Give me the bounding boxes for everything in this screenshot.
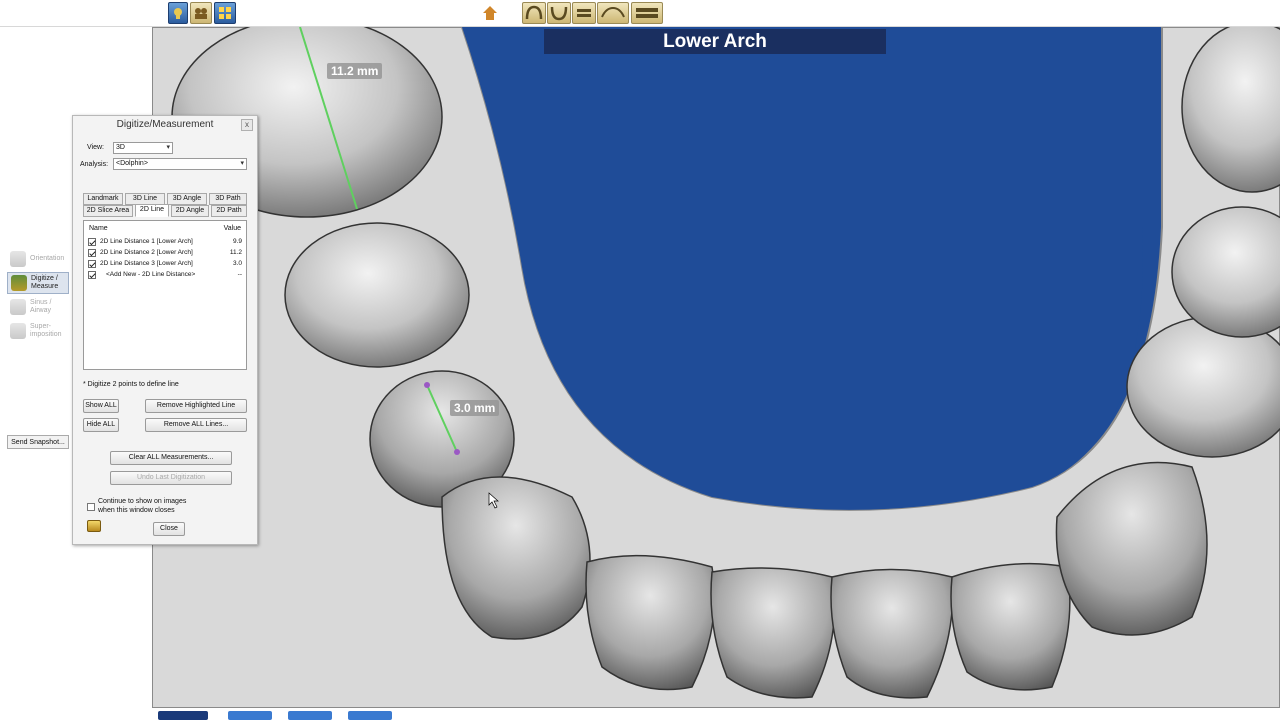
tooth-incisor-4 [950,562,1071,691]
patients-icon [195,8,207,19]
home-icon [483,6,497,20]
list-header-name: Name [89,225,108,232]
tab-2d-path[interactable]: 2D Path [211,205,247,217]
grid-icon [219,7,231,19]
measure-label-11-2: 11.2 mm [327,63,383,79]
side-tool-label: Sinus / Airway [30,299,52,314]
row-name: 2D Line Distance 2 [Lower Arch] [100,249,193,256]
arch-view-side-button[interactable] [597,2,629,24]
continue-show-text-1: Continue to show on images [98,498,187,505]
dental-arch-scene [152,27,1280,708]
row-name: <Add New - 2D Line Distance> [106,271,196,278]
row-value: -- [237,271,242,278]
row-name: 2D Line Distance 1 [Lower Arch] [100,238,193,245]
remove-all-lines-button[interactable]: Remove ALL Lines... [145,418,247,432]
list-header-value: Value [223,225,241,232]
measure-label-3-0: 3.0 mm [450,400,500,416]
view-select-value: 3D [116,144,125,151]
analysis-label: Analysis: [80,161,109,168]
side-tool-label: Super-imposition [30,323,62,338]
digitize-hint: * Digitize 2 points to define line [83,381,179,388]
list-item[interactable]: 2D Line Distance 2 [Lower Arch] 11.2 [88,248,244,258]
row-checkbox[interactable] [88,260,96,268]
view-title: Lower Arch [544,29,886,54]
row-value: 11.2 [229,249,242,256]
bottom-control-2[interactable] [288,711,332,720]
row-checkbox[interactable] [88,249,96,257]
patients-tool-button[interactable] [190,2,212,24]
side-tool-label: Orientation [30,255,65,262]
arch-view-bite-button[interactable] [631,2,663,24]
grid-tool-button[interactable] [214,2,236,24]
orientation-icon [10,251,26,267]
home-button[interactable] [481,4,499,22]
undo-last-digitization-button[interactable]: Undo Last Digitization [110,471,232,485]
3d-viewport[interactable]: Lower Arch 11.2 mm 3.0 mm [152,27,1280,708]
notes-icon[interactable] [87,520,101,532]
tab-landmark[interactable]: Landmark [83,193,123,205]
dialog-close-icon[interactable]: x [241,119,253,131]
view-select[interactable]: 3D ▾ [113,142,173,154]
top-toolbar [0,0,1280,27]
continue-show-text-2: when this window closes [98,507,175,514]
bottom-control-1[interactable] [228,711,272,720]
side-arch-icon [601,6,625,18]
row-checkbox[interactable] [88,238,96,246]
side-tool-label: Digitize / Measure [31,275,59,290]
occlusion-icon [577,9,591,17]
measurement-list[interactable]: Name Value 2D Line Distance 1 [Lower Arc… [83,220,247,370]
side-tool-superimposition[interactable]: Super-imposition [7,320,69,342]
side-tool-sinus[interactable]: Sinus / Airway [7,296,69,318]
tooth-incisor-3 [830,568,954,699]
select-tool-button[interactable] [168,2,188,24]
side-tool-digitize[interactable]: Digitize / Measure [7,272,69,294]
side-tool-orientation[interactable]: Orientation [7,248,69,270]
hide-all-button[interactable]: Hide ALL [83,418,119,432]
bottom-control-3[interactable] [348,711,392,720]
clear-all-measurements-button[interactable]: Clear ALL Measurements... [110,451,232,465]
upper-arch-icon [525,5,543,20]
row-value: 9.9 [232,238,242,245]
select-tool-icon [174,8,182,19]
show-all-button[interactable]: Show ALL [83,399,119,413]
row-checkbox[interactable] [88,271,96,279]
tab-3d-angle[interactable]: 3D Angle [167,193,207,205]
tooth-incisor-2 [710,567,836,699]
dialog-title: Digitize/Measurement [116,119,214,130]
row-name: 2D Line Distance 3 [Lower Arch] [100,260,193,267]
row-value: 3.0 [232,260,242,267]
continue-show-checkbox[interactable] [87,503,95,511]
superimposition-icon [10,323,26,339]
bottom-nav-arrows[interactable] [158,711,208,720]
send-snapshot-button[interactable]: Send Snapshot... [7,435,69,449]
remove-highlighted-line-button[interactable]: Remove Highlighted Line [145,399,247,413]
digitize-icon [11,275,27,291]
sinus-icon [10,299,26,315]
list-item[interactable]: 2D Line Distance 1 [Lower Arch] 9.9 [88,237,244,247]
tab-2d-slice-area[interactable]: 2D Slice Area [83,205,133,217]
chevron-down-icon: ▾ [240,160,244,167]
digitize-measurement-dialog: Digitize/Measurement x View: 3D ▾ Analys… [72,115,258,545]
tab-3d-path[interactable]: 3D Path [209,193,247,205]
tooth-premolar-1 [284,222,470,368]
lower-arch-icon [550,6,568,21]
arch-view-lower-button[interactable] [547,2,571,24]
view-label: View: [87,144,104,151]
tooth-incisor-1 [585,554,716,691]
arch-view-occlusion-button[interactable] [572,2,596,24]
tab-2d-line[interactable]: 2D Line [135,204,169,217]
analysis-select-value: <Dolphin> [116,160,148,167]
bite-icon [636,8,658,18]
bottom-toolbar [152,708,1280,720]
dialog-close-button[interactable]: Close [153,522,185,536]
arch-view-upper-button[interactable] [522,2,546,24]
chevron-down-icon: ▾ [166,144,170,151]
list-item[interactable]: <Add New - 2D Line Distance> -- [88,270,244,280]
tab-2d-angle[interactable]: 2D Angle [171,205,209,217]
list-item[interactable]: 2D Line Distance 3 [Lower Arch] 3.0 [88,259,244,269]
analysis-select[interactable]: <Dolphin> ▾ [113,158,247,170]
